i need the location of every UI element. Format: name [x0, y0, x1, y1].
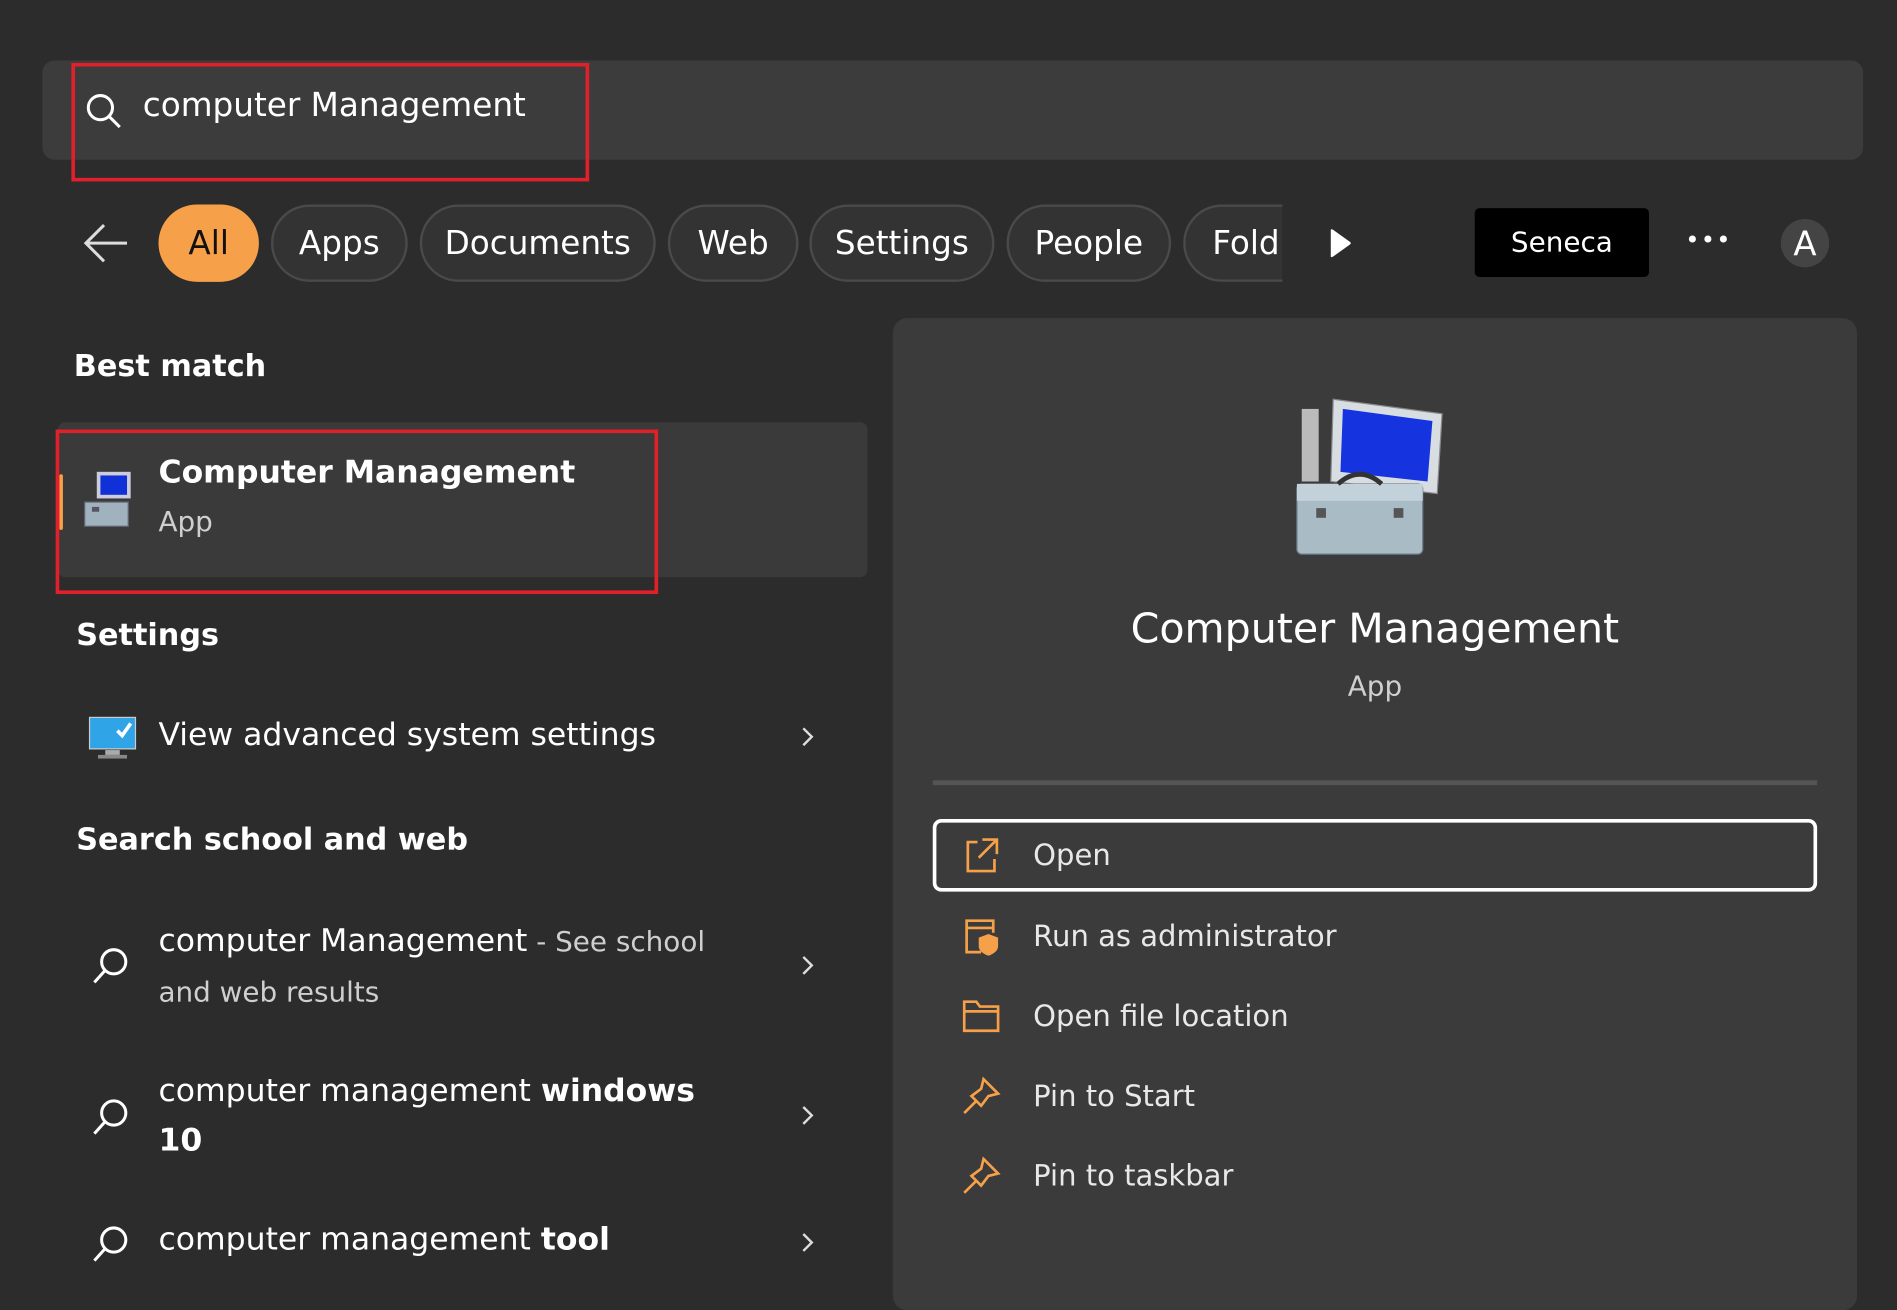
search-icon: [93, 1226, 128, 1262]
settings-item[interactable]: View advanced system settings: [58, 696, 867, 781]
preview-title: Computer Management: [1130, 604, 1620, 654]
tab-documents[interactable]: Documents: [419, 204, 656, 282]
web-result-query: computer management: [158, 1073, 541, 1110]
web-result-suffix: - See school: [527, 926, 706, 959]
web-result-query: computer management: [158, 1221, 541, 1259]
tab-folders-clip: Fold: [1183, 204, 1283, 282]
computer-management-large-icon: [1296, 398, 1443, 555]
chevron-right-icon: [802, 1106, 814, 1125]
tab-settings[interactable]: Settings: [809, 204, 995, 282]
open-file-location-label: Open file location: [1033, 999, 1289, 1034]
tab-folders[interactable]: Fold: [1183, 204, 1283, 282]
tab-apps[interactable]: Apps: [270, 204, 408, 282]
tab-people[interactable]: People: [1006, 204, 1172, 282]
best-match-heading: Best match: [73, 348, 267, 384]
open-button[interactable]: Open: [932, 819, 1818, 892]
web-result-text: computer management tool: [158, 1222, 609, 1258]
pin-icon: [963, 1076, 1001, 1114]
organization-button[interactable]: Seneca: [1474, 208, 1649, 278]
pin-to-taskbar-button[interactable]: Pin to taskbar: [933, 1140, 1817, 1213]
open-label: Open: [1033, 838, 1111, 873]
pin-to-start-button[interactable]: Pin to Start: [933, 1060, 1817, 1133]
pin-to-taskbar-label: Pin to taskbar: [1033, 1158, 1234, 1193]
pin-icon: [963, 1156, 1001, 1194]
windows-search-window: computer Management All Apps Documents W…: [0, 0, 1897, 1310]
run-as-administrator-label: Run as administrator: [1033, 919, 1337, 954]
scroll-right-icon[interactable]: [1328, 229, 1352, 258]
chevron-right-icon: [802, 956, 814, 975]
web-result-bold: windows: [540, 1073, 696, 1110]
open-external-icon: [966, 838, 999, 873]
web-result-bold: tool: [540, 1221, 610, 1259]
web-result-text: computer Management - See school: [158, 923, 705, 959]
avatar[interactable]: A: [1780, 218, 1830, 268]
web-result-item[interactable]: computer management tool: [58, 1210, 867, 1283]
web-result-suffix-line2: and web results: [158, 977, 380, 1009]
highlight-box: [71, 62, 590, 182]
web-result-text: computer management windows: [158, 1073, 695, 1109]
preview-subtitle: App: [1347, 671, 1403, 703]
tab-all[interactable]: All: [158, 204, 259, 282]
more-options-button[interactable]: •••: [1685, 225, 1731, 254]
open-file-location-button[interactable]: Open file location: [933, 980, 1817, 1053]
folder-icon: [962, 1000, 1000, 1033]
run-as-administrator-button[interactable]: Run as administrator: [933, 900, 1817, 973]
divider: [932, 780, 1818, 786]
highlight-box: [55, 429, 659, 595]
pin-to-start-label: Pin to Start: [1033, 1079, 1196, 1114]
search-icon: [93, 948, 128, 984]
web-result-item[interactable]: computer Management - See school and web…: [58, 907, 867, 1028]
chevron-right-icon: [802, 1233, 814, 1252]
web-heading: Search school and web: [76, 821, 468, 857]
tab-web[interactable]: Web: [667, 204, 799, 282]
settings-item-label: View advanced system settings: [158, 717, 656, 754]
chevron-right-icon: [802, 727, 814, 747]
web-result-item[interactable]: computer management windows 10: [58, 1059, 867, 1180]
web-result-query: computer Management: [158, 923, 528, 960]
settings-heading: Settings: [76, 616, 219, 653]
back-arrow-icon[interactable]: [82, 223, 128, 264]
shield-admin-icon: [965, 919, 999, 956]
system-settings-icon: [88, 716, 137, 759]
search-icon: [93, 1099, 128, 1135]
web-result-bold-line2: 10: [158, 1122, 203, 1159]
